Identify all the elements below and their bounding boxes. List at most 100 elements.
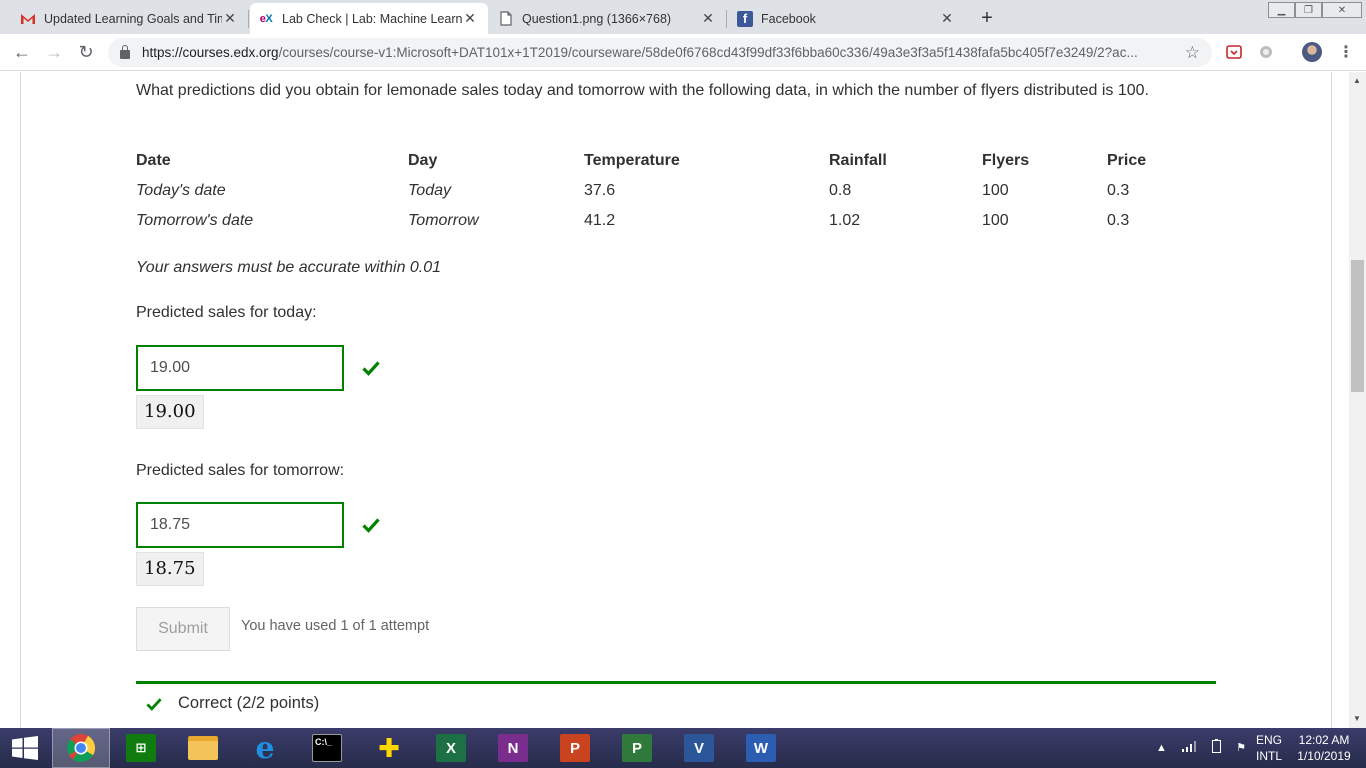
close-tab-icon[interactable]: ✕ <box>222 10 238 27</box>
url-text: https://courses.edx.org/courses/course-v… <box>142 45 1172 60</box>
profile-avatar[interactable] <box>1302 42 1322 62</box>
tab-title: Question1.png (1366×768) <box>522 11 672 26</box>
file-icon <box>498 11 514 27</box>
table-cell: 0.3 <box>1107 212 1130 229</box>
url-host: https://courses.edx.org <box>142 45 279 60</box>
clock-date: 1/10/2019 <box>1297 749 1351 763</box>
column-header: Temperature <box>584 152 680 169</box>
extension-circle-icon[interactable] <box>1258 44 1274 60</box>
windows-start-button[interactable] <box>0 728 50 768</box>
correct-check-icon <box>146 697 162 711</box>
input-data-table: Date Day Temperature Rainfall Flyers Pri… <box>136 146 1207 236</box>
page-content: What predictions did you obtain for lemo… <box>0 72 1366 728</box>
browser-toolbar: ← → ↻ https://courses.edx.org/courses/co… <box>0 34 1366 71</box>
table-cell: 100 <box>982 212 1009 229</box>
pocket-extension-icon[interactable] <box>1226 44 1242 60</box>
content-border-right <box>1331 72 1332 728</box>
facebook-icon: f <box>737 10 753 27</box>
internet-explorer-icon: e <box>255 730 275 766</box>
taskbar-command-prompt[interactable]: C:\_ <box>298 728 356 768</box>
clock[interactable]: 12:02 AM 1/10/2019 <box>1290 728 1358 768</box>
tab-title: Facebook <box>761 11 816 26</box>
keyboard-layout: INTL <box>1255 749 1282 763</box>
tab-lab-check[interactable]: eX Lab Check | Lab: Machine Learnin ✕ <box>250 3 488 34</box>
column-header: Flyers <box>982 152 1030 169</box>
language-code: ENG <box>1255 733 1282 747</box>
close-window-button[interactable]: ✕ <box>1322 2 1362 18</box>
more-menu-icon[interactable]: ⋮ <box>1338 42 1354 62</box>
result-divider <box>136 681 1216 684</box>
bookmark-star-icon[interactable]: ☆ <box>1185 43 1200 63</box>
taskbar-internet-explorer[interactable]: e <box>236 728 294 768</box>
edx-icon: eX <box>259 12 273 25</box>
forward-icon[interactable]: → <box>42 40 66 64</box>
taskbar-excel[interactable]: X <box>422 728 480 768</box>
taskbar-file-explorer[interactable] <box>174 728 232 768</box>
attempts-text: You have used 1 of 1 attempt <box>241 618 430 634</box>
table-cell: Tomorrow <box>408 212 479 229</box>
reload-icon[interactable]: ↻ <box>74 40 98 64</box>
tab-gmail[interactable]: Updated Learning Goals and Tim ✕ <box>0 3 248 34</box>
table-cell: 1.02 <box>829 212 861 229</box>
taskbar-app-plus[interactable]: ✚ <box>360 728 418 768</box>
tomorrow-answer-label: Predicted sales for tomorrow: <box>136 462 345 479</box>
show-hidden-icons-icon[interactable]: ▲ <box>1156 740 1167 756</box>
submit-button[interactable]: Submit <box>136 607 230 651</box>
table-cell: 100 <box>982 182 1009 199</box>
action-center-flag-icon[interactable]: ⚑ <box>1236 740 1246 756</box>
taskbar-visio[interactable]: V <box>670 728 728 768</box>
scroll-up-arrow-icon[interactable]: ▲ <box>1353 76 1361 85</box>
gmail-icon <box>20 11 36 27</box>
clock-time: 12:02 AM <box>1298 733 1350 747</box>
today-math-preview: 19.00 <box>136 395 204 429</box>
network-signal-icon[interactable] <box>1181 740 1198 757</box>
url-path: /courses/course-v1:Microsoft+DAT101x+1T2… <box>278 45 1138 60</box>
minimize-button[interactable]: ▁ <box>1268 2 1295 18</box>
page-scrollbar[interactable]: ▲ ▼ <box>1349 72 1366 728</box>
browser-tab-strip: Updated Learning Goals and Tim ✕ eX Lab … <box>0 0 1366 34</box>
today-sales-input[interactable] <box>136 345 344 391</box>
taskbar-word[interactable]: W <box>732 728 790 768</box>
close-tab-icon[interactable]: ✕ <box>939 10 955 27</box>
powerpoint-icon: P <box>560 734 590 762</box>
table-row: Tomorrow's date Tomorrow 41.2 1.02 100 0… <box>136 206 1207 236</box>
close-tab-icon[interactable]: ✕ <box>700 10 716 27</box>
question-text: What predictions did you obtain for lemo… <box>136 82 1149 99</box>
tab-question-image[interactable]: Question1.png (1366×768) ✕ <box>488 3 726 34</box>
word-icon: W <box>746 734 776 762</box>
battery-icon[interactable] <box>1212 738 1222 758</box>
new-tab-button[interactable]: + <box>975 6 999 30</box>
today-answer-label: Predicted sales for today: <box>136 304 317 321</box>
tomorrow-sales-input[interactable] <box>136 502 344 548</box>
table-cell: 0.3 <box>1107 182 1130 199</box>
scroll-down-arrow-icon[interactable]: ▼ <box>1353 714 1361 723</box>
visio-icon: V <box>684 734 714 762</box>
tab-title: Lab Check | Lab: Machine Learnin <box>282 11 462 26</box>
excel-icon: X <box>436 734 466 762</box>
scrollbar-thumb[interactable] <box>1351 260 1364 392</box>
close-tab-icon[interactable]: ✕ <box>462 10 478 27</box>
taskbar-project[interactable]: P <box>608 728 666 768</box>
result-text: Correct (2/2 points) <box>178 694 320 712</box>
input-language[interactable]: ENG INTL <box>1250 728 1288 768</box>
table-cell: 41.2 <box>584 212 616 229</box>
project-icon: P <box>622 734 652 762</box>
lock-icon <box>120 45 130 59</box>
chrome-icon <box>66 734 95 762</box>
taskbar-powerpoint[interactable]: P <box>546 728 604 768</box>
taskbar-chrome[interactable] <box>52 728 110 768</box>
tab-separator <box>248 10 249 28</box>
onenote-icon: N <box>498 734 528 762</box>
tab-facebook[interactable]: f Facebook ✕ <box>727 3 965 34</box>
correct-check-icon <box>362 518 380 533</box>
content-border-left <box>20 72 21 728</box>
back-icon[interactable]: ← <box>10 40 34 64</box>
column-header: Day <box>408 152 438 169</box>
address-bar[interactable]: https://courses.edx.org/courses/course-v… <box>108 38 1212 67</box>
taskbar-onenote[interactable]: N <box>484 728 542 768</box>
restore-button[interactable]: ❐ <box>1295 2 1322 18</box>
taskbar-store[interactable]: ⊞ <box>112 728 170 768</box>
result-message: Correct (2/2 points) <box>146 694 319 713</box>
table-cell: Today <box>408 182 451 199</box>
windows-logo-icon <box>12 736 38 760</box>
